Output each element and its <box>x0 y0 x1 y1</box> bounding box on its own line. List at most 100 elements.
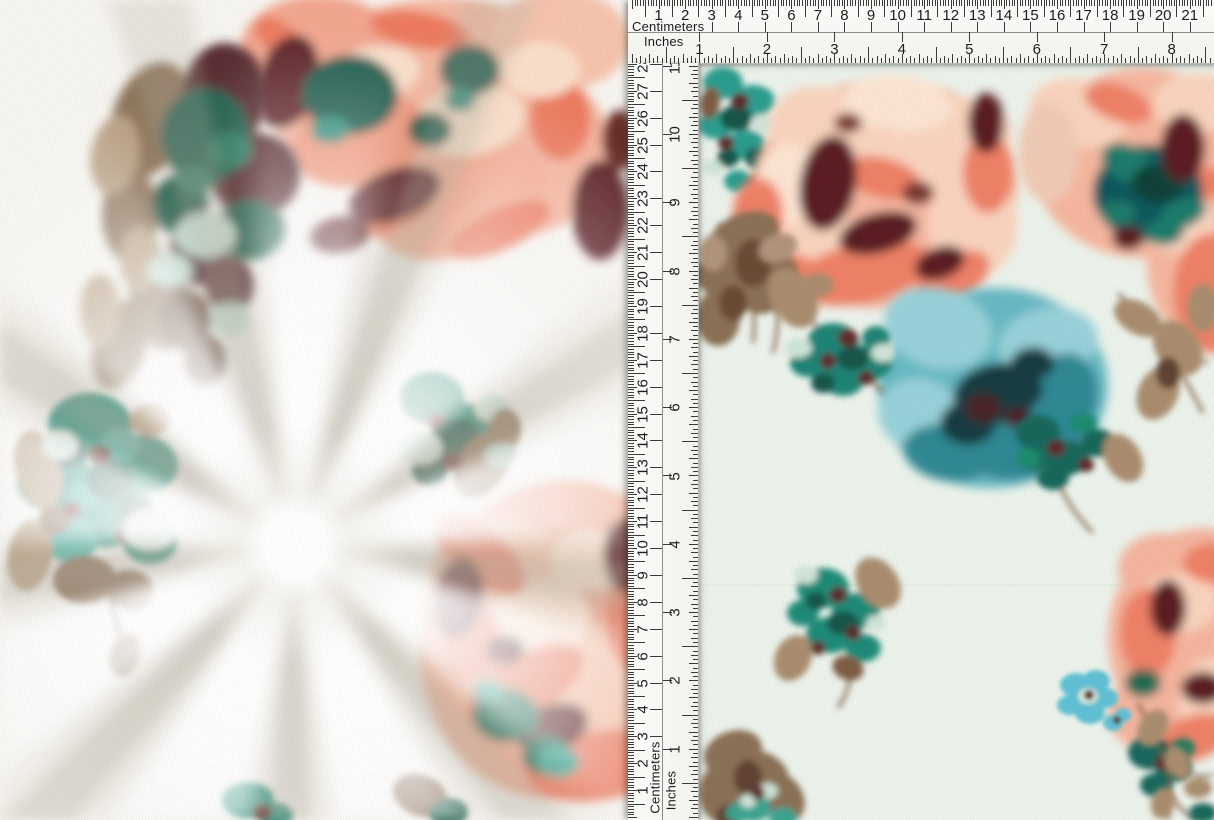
ruler-number: 16 <box>1049 7 1066 24</box>
inch-tick <box>1142 58 1143 63</box>
cm-tick <box>628 424 634 425</box>
ruler-number: 6 <box>635 641 652 671</box>
cm-tick <box>653 0 654 6</box>
cm-tick <box>628 257 634 258</box>
cm-tick <box>664 0 665 6</box>
cm-tick <box>628 543 634 544</box>
inch-tick <box>1024 58 1025 63</box>
cm-tick <box>704 0 705 6</box>
inch-tick <box>693 488 699 489</box>
inch-tick <box>691 313 698 314</box>
inch-tick <box>691 262 698 263</box>
cm-tick <box>628 806 634 807</box>
cm-tick <box>628 438 634 439</box>
cm-tick <box>927 0 928 6</box>
inch-tick <box>674 56 675 63</box>
cm-tick <box>628 502 634 503</box>
inch-tick <box>995 56 996 63</box>
inch-tick <box>693 420 699 421</box>
inch-tick <box>974 58 975 63</box>
cm-tick <box>628 516 634 517</box>
ruler-number: 3 <box>708 7 716 24</box>
cm-tick <box>628 478 634 479</box>
cm-tick <box>628 349 634 350</box>
inch-tick <box>716 54 717 63</box>
inch-tick <box>693 727 699 728</box>
cm-tick <box>714 0 715 6</box>
cm-tick <box>628 731 634 732</box>
ruler-number: 7 <box>667 324 684 354</box>
inch-tick <box>758 56 759 63</box>
inch-tick <box>952 54 953 63</box>
cm-tick <box>829 0 830 6</box>
inch-tick <box>689 766 698 767</box>
cm-tick <box>1166 0 1167 6</box>
cm-tick <box>725 0 726 17</box>
cm-tick <box>628 368 634 369</box>
cm-tick <box>628 287 634 288</box>
inch-tick <box>691 74 698 75</box>
inch-tick <box>689 458 698 459</box>
cm-tick <box>709 0 710 6</box>
cm-tick <box>628 325 634 326</box>
cm-tick <box>887 0 888 6</box>
cm-tick <box>1200 0 1201 6</box>
cm-tick <box>628 188 634 189</box>
inch-tick <box>691 774 698 775</box>
inch-tick <box>780 58 781 63</box>
cm-tick <box>628 405 634 406</box>
inch-tick <box>1066 58 1067 63</box>
inch-tick <box>885 54 886 63</box>
cm-tick <box>628 524 634 525</box>
ruler-number: 9 <box>667 188 684 218</box>
cm-tick <box>628 814 634 815</box>
inch-tick <box>1167 58 1168 63</box>
cm-tick <box>956 0 957 6</box>
inch-tick <box>860 56 861 63</box>
inch-tick <box>839 58 840 63</box>
cm-tick <box>839 0 840 6</box>
cm-tick-stem <box>650 333 662 334</box>
cm-tick <box>1052 0 1053 6</box>
cm-tick <box>628 795 634 796</box>
cm-tick <box>1086 0 1087 6</box>
cm-tick <box>914 0 915 6</box>
cm-tick <box>906 0 907 6</box>
cm-tick <box>628 470 634 471</box>
inch-tick <box>693 642 699 643</box>
ruler-number: 19 <box>1128 7 1145 24</box>
inch-tick <box>1189 54 1190 63</box>
cm-tick <box>866 0 867 6</box>
cm-tick <box>628 381 634 382</box>
cm-tick <box>969 0 970 6</box>
inch-tick <box>1049 58 1050 63</box>
scrunched-fabric-photo <box>0 0 628 820</box>
cm-tick <box>628 518 634 519</box>
inch-tick <box>784 54 785 63</box>
inch-tick <box>818 54 819 63</box>
cm-tick <box>628 110 634 111</box>
inch-tick <box>693 719 699 720</box>
cm-tick <box>628 526 634 527</box>
cm-tick <box>1049 0 1050 6</box>
cm-tick <box>911 0 912 17</box>
cm-tick <box>648 0 649 6</box>
inch-tick <box>693 403 699 404</box>
inch-tick <box>691 808 698 809</box>
inch-tick <box>1045 56 1046 63</box>
cm-tick <box>628 389 634 390</box>
inch-tick <box>1155 54 1156 63</box>
inch-tick <box>693 181 699 182</box>
inch-tick <box>948 58 949 63</box>
cm-tick <box>628 653 634 654</box>
cm-tick <box>628 430 634 431</box>
cm-tick <box>628 693 634 694</box>
ruler-number: 26 <box>635 103 652 133</box>
inch-tick <box>855 58 856 63</box>
cm-tick <box>628 473 634 474</box>
cm-tick <box>1171 0 1172 6</box>
ruler-number: 11 <box>667 63 684 81</box>
ruler-number: 3 <box>635 722 652 752</box>
cm-tick <box>628 769 634 770</box>
cm-tick <box>628 637 634 638</box>
